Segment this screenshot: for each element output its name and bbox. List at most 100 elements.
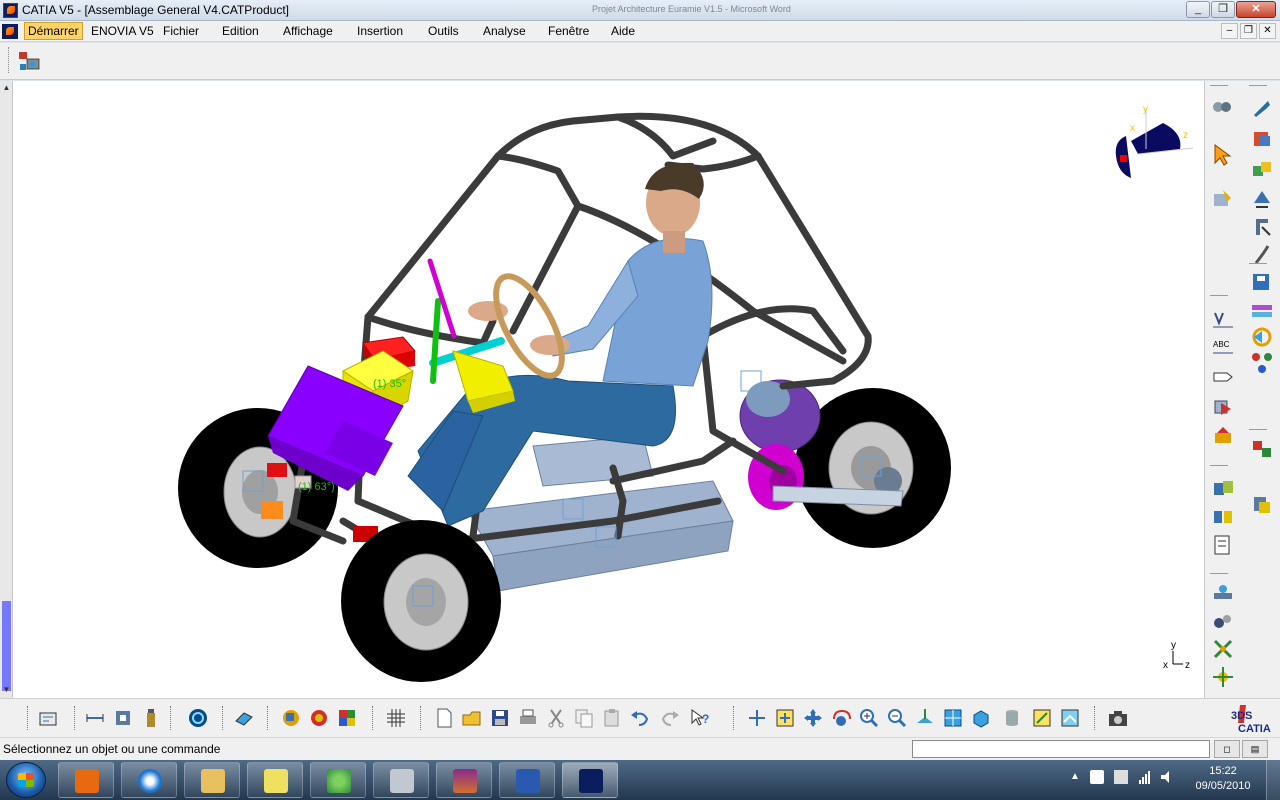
- save-management-icon[interactable]: [1250, 271, 1274, 295]
- cut-icon[interactable]: [545, 707, 567, 729]
- scroll-thumb[interactable]: [2, 601, 11, 691]
- menu-aide[interactable]: Aide: [611, 24, 635, 38]
- task-messenger[interactable]: [310, 762, 366, 798]
- toolbar-grip[interactable]: [27, 706, 29, 730]
- whats-this-icon[interactable]: ?: [689, 707, 711, 729]
- task-sticky-notes[interactable]: [247, 762, 303, 798]
- task-internet-explorer[interactable]: [121, 762, 177, 798]
- inertia-icon[interactable]: [140, 707, 162, 729]
- spanner-icon[interactable]: [1250, 97, 1274, 121]
- task-calculator[interactable]: [373, 762, 429, 798]
- menu-enovia[interactable]: ENOVIA V5: [91, 24, 154, 38]
- compass-widget[interactable]: y x z: [1115, 104, 1194, 178]
- swap-icon[interactable]: [1031, 707, 1053, 729]
- start-button[interactable]: [6, 762, 46, 798]
- angle-annotation-1[interactable]: (1) 35°: [373, 378, 406, 390]
- menu-affichage[interactable]: Affichage: [283, 24, 333, 38]
- command-input[interactable]: [912, 740, 1210, 758]
- catalog-icon[interactable]: [1211, 423, 1235, 447]
- clash-icon[interactable]: [1250, 187, 1274, 211]
- menu-edition[interactable]: Edition: [222, 24, 259, 38]
- stop-command-button[interactable]: ◻: [1214, 740, 1240, 758]
- split-icon[interactable]: [1211, 505, 1235, 529]
- render-icon[interactable]: [280, 707, 302, 729]
- mechanism-icon[interactable]: [1211, 637, 1235, 661]
- open-icon[interactable]: [461, 707, 483, 729]
- distance-icon[interactable]: [84, 707, 106, 729]
- hole-icon[interactable]: [1211, 533, 1235, 557]
- angle-annotation-2[interactable]: (1) 63°): [298, 481, 335, 493]
- swirl-icon[interactable]: [187, 707, 209, 729]
- select-arrow-icon[interactable]: [1211, 143, 1235, 167]
- doc-restore-button[interactable]: ❐: [1240, 23, 1257, 39]
- weld-icon[interactable]: [1211, 581, 1235, 605]
- tree-icon[interactable]: [1250, 437, 1274, 461]
- power-icon[interactable]: [1114, 770, 1128, 784]
- print-icon[interactable]: [517, 707, 539, 729]
- snap-icon[interactable]: [1250, 158, 1274, 182]
- pan-icon[interactable]: [802, 707, 824, 729]
- fit-all-icon[interactable]: [774, 707, 796, 729]
- task-word[interactable]: [499, 762, 555, 798]
- drawing-icon[interactable]: [233, 707, 255, 729]
- tray-expand-icon[interactable]: ▲: [1068, 770, 1082, 784]
- close-button[interactable]: ✕: [1236, 1, 1276, 18]
- product-structure-icon[interactable]: [17, 50, 43, 74]
- grid-icon[interactable]: [385, 707, 407, 729]
- doc-close-button[interactable]: ✕: [1259, 23, 1276, 39]
- flag-note-icon[interactable]: ABC: [1211, 335, 1235, 359]
- action-center-icon[interactable]: [1090, 770, 1104, 784]
- zoom-out-icon[interactable]: [886, 707, 908, 729]
- menu-outils[interactable]: Outils: [428, 24, 459, 38]
- paste-icon[interactable]: [601, 707, 623, 729]
- zoom-in-icon[interactable]: [858, 707, 880, 729]
- menu-fichier[interactable]: Fichier: [163, 24, 199, 38]
- view-icon[interactable]: [1211, 365, 1235, 389]
- menu-demarrer[interactable]: Démarrer: [24, 22, 83, 40]
- volume-icon[interactable]: [1160, 770, 1174, 784]
- assembly-scene[interactable]: (1) 35° (1) 63°) y x z y x z: [13, 81, 1204, 698]
- exploded-view-icon[interactable]: [1250, 351, 1274, 375]
- scene-colors-icon[interactable]: [336, 707, 358, 729]
- views-icon[interactable]: [942, 707, 964, 729]
- update-icon[interactable]: [1250, 493, 1274, 517]
- text-annotation-icon[interactable]: [1211, 307, 1235, 331]
- catia-menu-icon[interactable]: [2, 24, 18, 39]
- show-desktop-button[interactable]: [1266, 760, 1280, 800]
- task-file-explorer[interactable]: [184, 762, 240, 798]
- visible-space-icon[interactable]: [1059, 707, 1081, 729]
- menu-analyse[interactable]: Analyse: [483, 24, 526, 38]
- measure-item-icon[interactable]: [112, 707, 134, 729]
- toolbar-grip[interactable]: [8, 47, 10, 73]
- render-style-icon[interactable]: [970, 707, 992, 729]
- rotate-icon[interactable]: [830, 707, 852, 729]
- redo-icon[interactable]: [659, 707, 681, 729]
- scroll-up-arrow[interactable]: ▲: [1, 83, 12, 93]
- task-catia[interactable]: [562, 762, 618, 798]
- minimize-button[interactable]: _: [1186, 1, 1210, 18]
- bill-of-material-icon[interactable]: [1250, 299, 1274, 323]
- restore-button[interactable]: ❐: [1211, 1, 1235, 18]
- task-winrar[interactable]: [436, 762, 492, 798]
- fly-icon[interactable]: [746, 707, 768, 729]
- spring-icon[interactable]: [1211, 95, 1235, 119]
- menu-insertion[interactable]: Insertion: [357, 24, 403, 38]
- new-icon[interactable]: [433, 707, 455, 729]
- undo-icon[interactable]: [629, 707, 651, 729]
- task-media-player[interactable]: [58, 762, 114, 798]
- 3d-viewport[interactable]: (1) 35° (1) 63°) y x z y x z: [13, 81, 1204, 698]
- scene-icon[interactable]: [1250, 325, 1274, 349]
- menu-fenetre[interactable]: Fenêtre: [548, 24, 589, 38]
- normal-view-icon[interactable]: [914, 707, 936, 729]
- apply-material-icon[interactable]: [308, 707, 330, 729]
- network-icon[interactable]: [1138, 770, 1152, 784]
- constraint-icon[interactable]: [1211, 395, 1235, 419]
- scroll-down-arrow[interactable]: ▼: [1, 685, 12, 695]
- simulation-icon[interactable]: [1211, 665, 1235, 689]
- replace-icon[interactable]: [1250, 215, 1274, 239]
- copy-icon[interactable]: [573, 707, 595, 729]
- assembly-feature-icon[interactable]: [1211, 477, 1235, 501]
- product-icon[interactable]: [1250, 128, 1274, 152]
- capture-icon[interactable]: [1107, 707, 1129, 729]
- kinematics-icon[interactable]: [1211, 609, 1235, 633]
